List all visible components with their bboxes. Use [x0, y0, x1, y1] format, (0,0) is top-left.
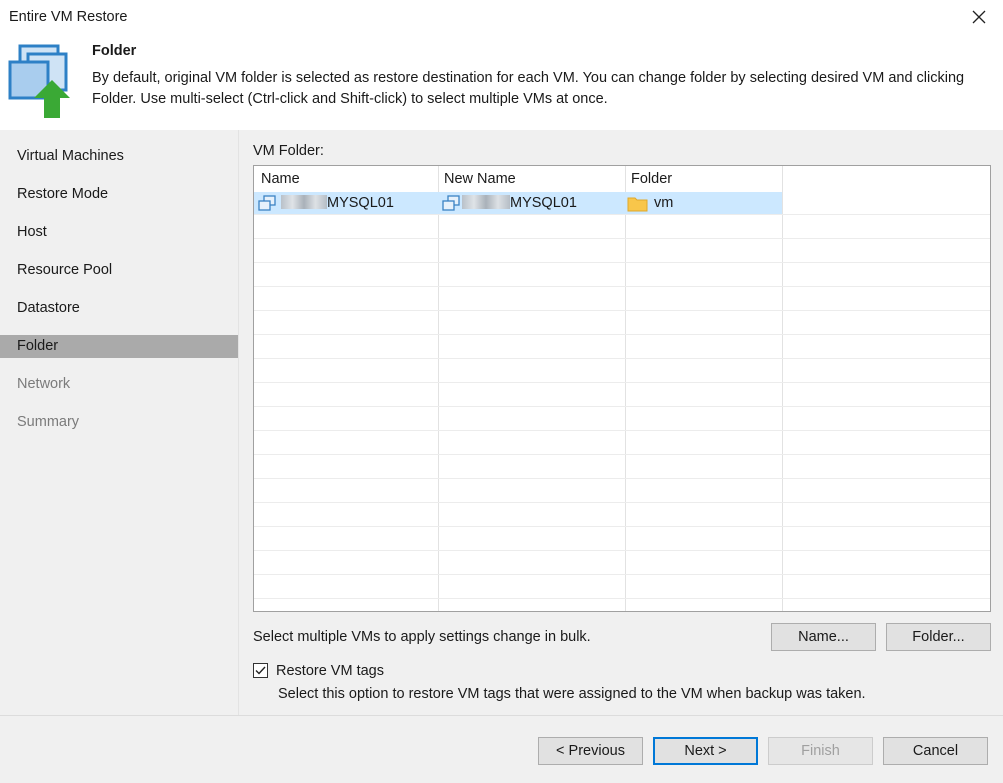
- grid-line: [254, 430, 990, 431]
- page-description: By default, original VM folder is select…: [92, 70, 965, 107]
- cell-new-name: MYSQL01: [462, 195, 577, 211]
- grid-line: [254, 406, 990, 407]
- sidebar-item-datastore[interactable]: Datastore: [0, 297, 238, 320]
- sidebar-item-host[interactable]: Host: [0, 221, 238, 244]
- folder-button[interactable]: Folder...: [886, 623, 991, 651]
- grid-line: [254, 214, 990, 215]
- vm-restore-icon: [8, 44, 70, 118]
- grid-line: [254, 574, 990, 575]
- wizard-header: Folder By default, original VM folder is…: [0, 34, 1003, 130]
- vm-icon: [442, 195, 460, 211]
- grid-line: [254, 502, 990, 503]
- bulk-hint: Select multiple VMs to apply settings ch…: [253, 629, 591, 645]
- grid-line: [254, 478, 990, 479]
- page-title: Folder: [92, 43, 137, 59]
- cell-new-name-text: MYSQL01: [510, 195, 577, 211]
- checkmark-icon: [255, 666, 266, 675]
- wizard-steps-sidebar: Virtual Machines Restore Mode Host Resou…: [0, 130, 238, 715]
- column-divider: [625, 166, 626, 611]
- column-divider: [782, 166, 783, 611]
- column-header-name[interactable]: Name: [261, 171, 300, 187]
- window-title: Entire VM Restore: [9, 9, 128, 25]
- cell-folder: vm: [654, 195, 674, 211]
- column-header-new-name[interactable]: New Name: [444, 171, 516, 187]
- column-header-folder[interactable]: Folder: [631, 171, 672, 187]
- restore-vm-tags-checkbox[interactable]: [253, 663, 268, 678]
- sidebar-item-resource-pool[interactable]: Resource Pool: [0, 259, 238, 282]
- column-divider: [438, 166, 439, 611]
- sidebar-item-restore-mode[interactable]: Restore Mode: [0, 183, 238, 206]
- sidebar-item-folder[interactable]: Folder: [0, 335, 238, 358]
- grid-line: [254, 382, 990, 383]
- name-button[interactable]: Name...: [771, 623, 876, 651]
- cancel-button[interactable]: Cancel: [883, 737, 988, 765]
- restore-vm-tags-hint: Select this option to restore VM tags th…: [278, 686, 866, 702]
- vm-folder-grid[interactable]: Name New Name Folder MYSQL01 MYSQL01 vm: [253, 165, 991, 612]
- finish-button: Finish: [768, 737, 873, 765]
- grid-line: [254, 358, 990, 359]
- vm-folder-label: VM Folder:: [253, 143, 324, 159]
- previous-button[interactable]: < Previous: [538, 737, 643, 765]
- title-bar: Entire VM Restore: [0, 0, 1003, 34]
- table-row[interactable]: MYSQL01 MYSQL01 vm: [254, 192, 782, 214]
- folder-icon: [627, 197, 648, 212]
- redacted-prefix: [462, 195, 510, 209]
- grid-line: [254, 598, 990, 599]
- next-button[interactable]: Next >: [653, 737, 758, 765]
- sidebar-item-network: Network: [17, 376, 71, 392]
- cell-name: MYSQL01: [281, 195, 394, 211]
- grid-line: [254, 310, 990, 311]
- grid-line: [254, 334, 990, 335]
- grid-line: [254, 286, 990, 287]
- grid-line: [254, 526, 990, 527]
- redacted-prefix: [281, 195, 327, 209]
- sidebar-item-virtual-machines[interactable]: Virtual Machines: [0, 145, 238, 168]
- grid-line: [254, 262, 990, 263]
- vm-icon: [258, 195, 276, 211]
- grid-line: [254, 550, 990, 551]
- sidebar-item-summary: Summary: [17, 414, 80, 430]
- restore-vm-tags-label[interactable]: Restore VM tags: [276, 663, 384, 679]
- close-icon[interactable]: [967, 5, 991, 29]
- cell-name-text: MYSQL01: [327, 195, 394, 211]
- grid-line: [254, 238, 990, 239]
- grid-line: [254, 454, 990, 455]
